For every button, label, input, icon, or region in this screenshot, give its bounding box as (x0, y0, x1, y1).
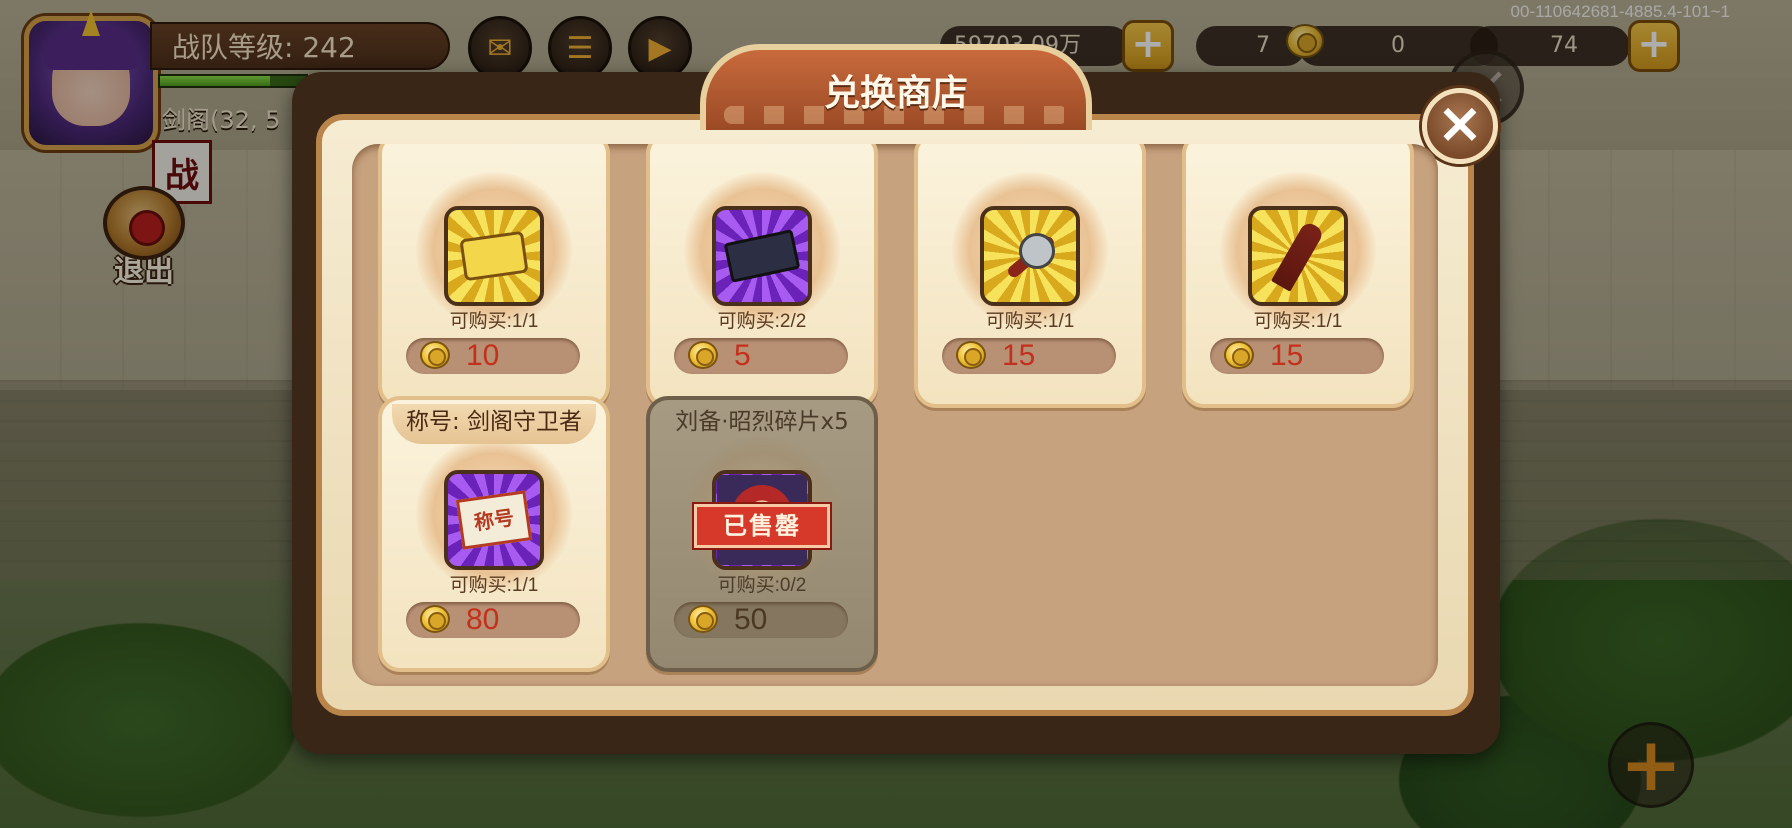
shop-item-card[interactable]: 可购买:2/2 5 (646, 144, 878, 408)
price-pill: 80 (406, 602, 580, 638)
price-pill: 10 (406, 338, 580, 374)
price-pill: 15 (1210, 338, 1384, 374)
shop-title: 兑换商店 (823, 73, 968, 114)
purple-scroll-icon (712, 206, 812, 306)
price-value: 5 (734, 339, 751, 372)
price-pill: 50 (674, 602, 848, 638)
shop-item-card[interactable]: 称号: 剑阁守卫者 称号 可购买:1/1 80 (378, 396, 610, 672)
chisel-icon (1248, 206, 1348, 306)
price-pill: 15 (942, 338, 1116, 374)
pliers-icon (980, 206, 1080, 306)
purchase-limit: 可购买:1/1 (449, 575, 539, 596)
shop-item-card[interactable]: 可购买:1/1 15 (914, 144, 1146, 408)
token-coin-icon (420, 341, 452, 371)
shop-item-card[interactable]: 可购买:1/1 15 (1182, 144, 1414, 408)
token-coin-icon (1224, 341, 1256, 371)
shop-item-card[interactable]: 可购买:1/1 10 (378, 144, 610, 408)
token-coin-icon (956, 341, 988, 371)
purchase-limit: 可购买:1/1 (1253, 311, 1343, 332)
close-button[interactable]: × (1422, 88, 1498, 164)
shop-item-card-sold-out[interactable]: 刘备·昭烈碎片x5 已售罄 可购买:0/2 50 (646, 396, 878, 672)
purchase-limit: 可购买:2/2 (717, 311, 807, 332)
title-scroll-icon: 称号 (444, 470, 544, 570)
shop-title-tab: 兑换商店 (700, 44, 1092, 130)
shop-item-grid: 可购买:1/1 10 可购买:2/2 5 可购买:1/1 15 可购买:1/1 … (352, 144, 1438, 686)
gold-badge-icon (444, 206, 544, 306)
token-coin-icon (688, 341, 720, 371)
token-coin-icon (688, 605, 720, 635)
price-value: 15 (1270, 339, 1304, 372)
price-pill: 5 (674, 338, 848, 374)
token-coin-icon (420, 605, 452, 635)
purchase-limit: 可购买:1/1 (449, 311, 539, 332)
price-value: 80 (466, 603, 500, 636)
sold-out-stamp: 已售罄 (692, 502, 832, 550)
purchase-limit: 可购买:0/2 (717, 575, 807, 596)
price-value: 10 (466, 339, 500, 372)
purchase-limit: 可购买:1/1 (985, 311, 1075, 332)
price-value: 50 (734, 603, 768, 636)
price-value: 15 (1002, 339, 1036, 372)
